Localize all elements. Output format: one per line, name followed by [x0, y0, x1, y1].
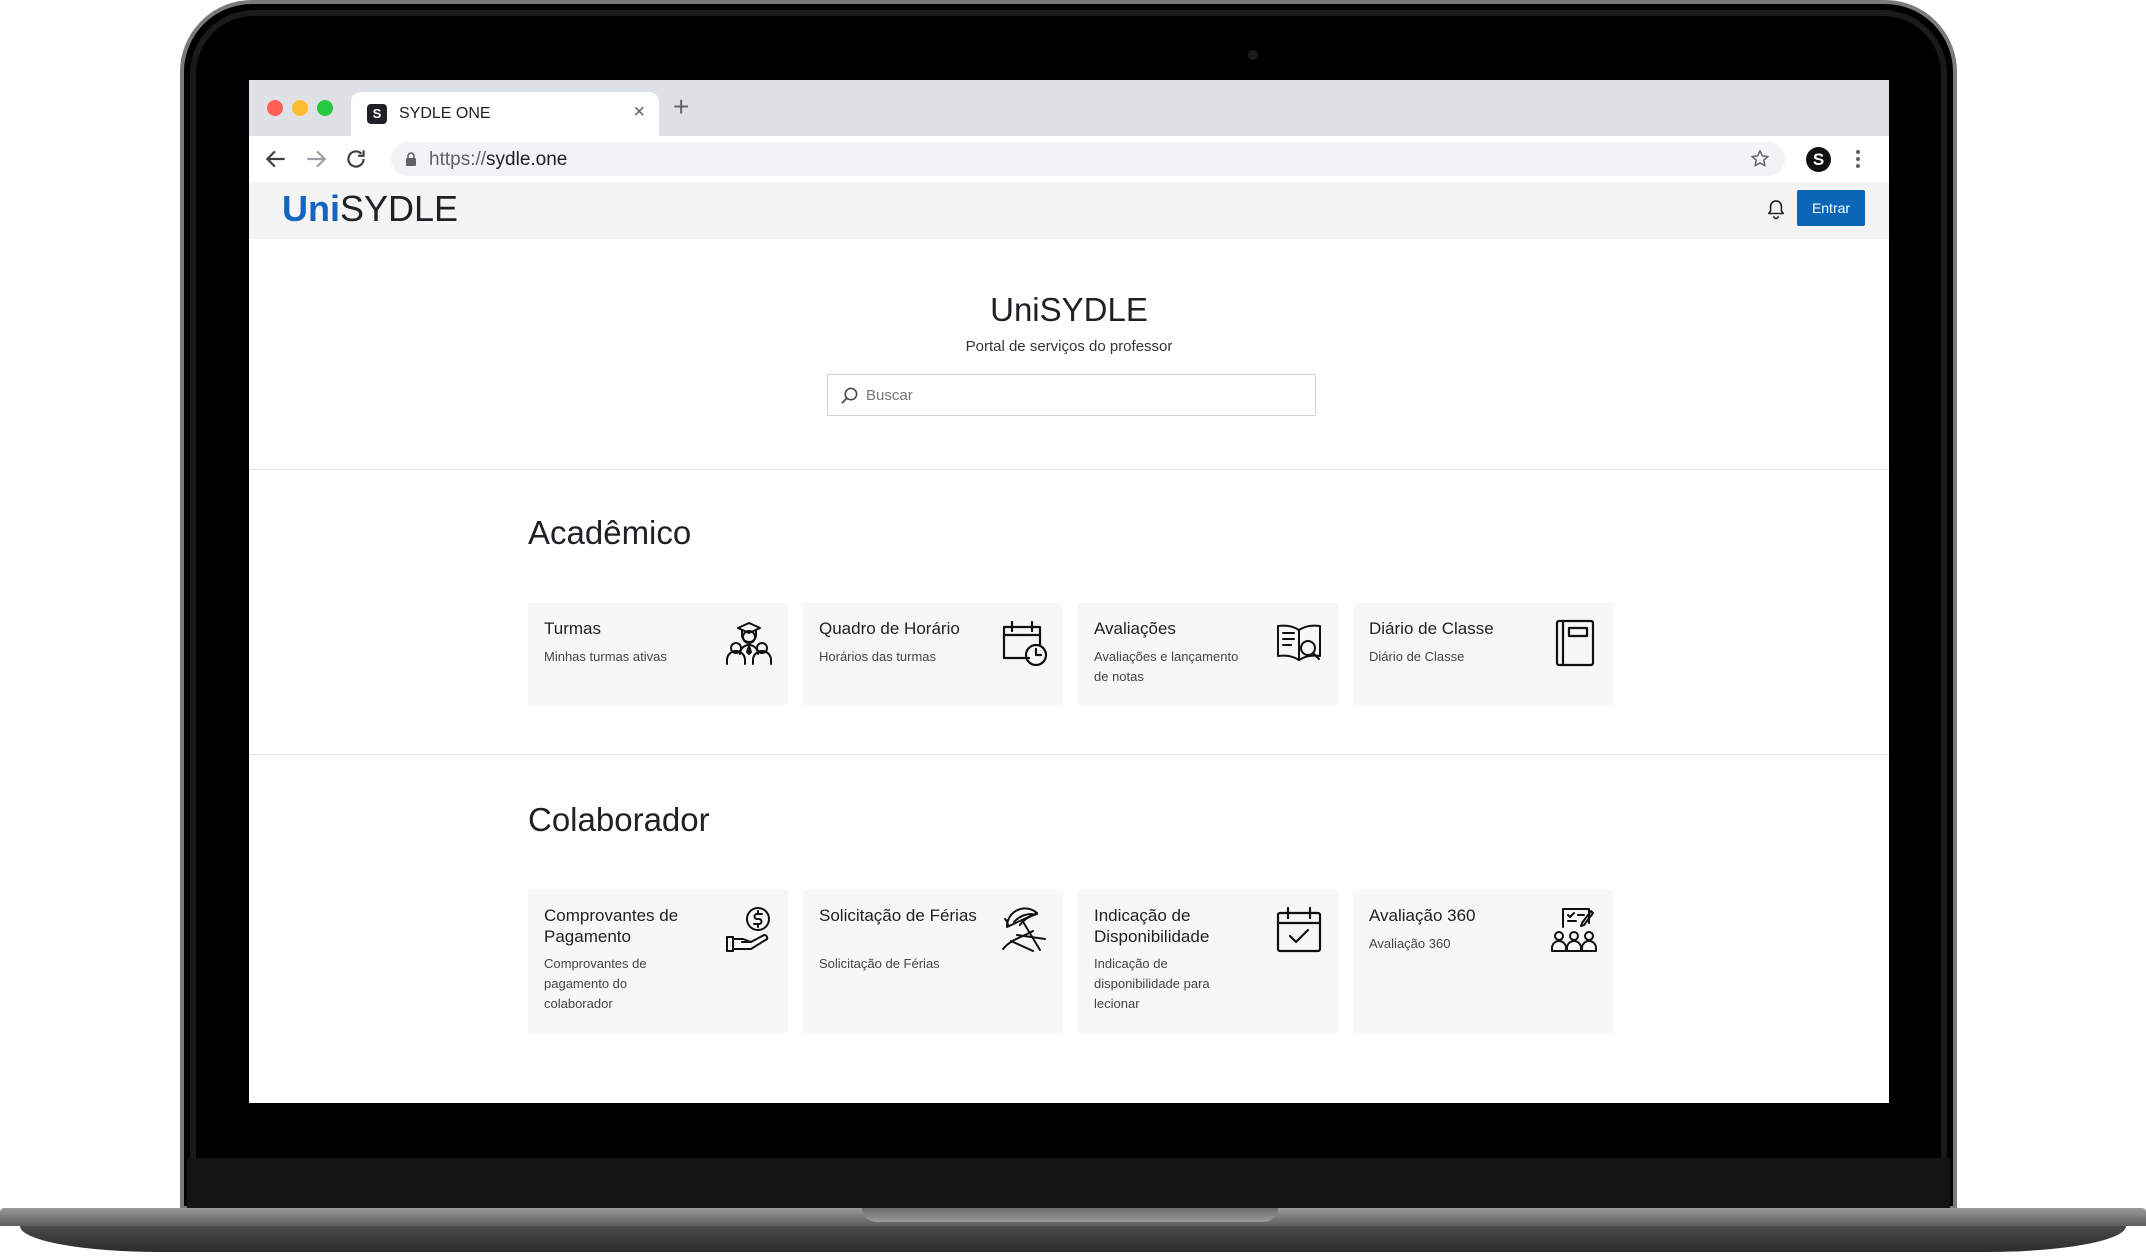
section-colaborador: Colaborador Comprovantes de Pagamento Co…	[249, 756, 1889, 1103]
laptop-base-bottom	[20, 1226, 2126, 1252]
bell-icon[interactable]	[1767, 198, 1785, 220]
url-host: sydle.one	[486, 149, 568, 170]
forward-arrow-icon[interactable]	[303, 146, 329, 172]
laptop-chin	[187, 1158, 1950, 1210]
browser-tabbar: S SYDLE ONE × +	[249, 80, 1889, 136]
card-description: Horários das turmas	[819, 649, 937, 664]
team-evaluation-icon	[1551, 908, 1597, 952]
hero-section: UniSYDLE Portal de serviços do professor	[249, 239, 1889, 470]
card-diario-de-classe[interactable]: Diário de Classe Diário de Classe	[1353, 603, 1613, 705]
card-avaliacoes[interactable]: Avaliações Avaliações e lançamento de no…	[1078, 603, 1338, 705]
sydle-favicon-icon: S	[367, 104, 387, 124]
calendar-check-icon	[1276, 906, 1322, 953]
card-title: Indicação de Disponibilidade	[1094, 906, 1210, 946]
profile-avatar[interactable]: S	[1806, 147, 1831, 172]
reload-icon[interactable]	[343, 146, 369, 172]
address-bar[interactable]: https://sydle.one	[391, 142, 1785, 176]
window-minimize-dot[interactable]	[292, 100, 308, 116]
unisydle-logo[interactable]: UniSYDLE	[282, 188, 458, 230]
card-description: Solicitação de Férias	[819, 956, 940, 971]
kebab-menu-icon[interactable]	[1855, 148, 1861, 170]
browser-toolbar: https://sydle.one S	[249, 136, 1889, 182]
card-title: Turmas	[544, 619, 601, 638]
url-text: https://sydle.one	[429, 149, 567, 171]
card-indicacao-de-disponibilidade[interactable]: Indicação de Disponibilidade Indicação d…	[1078, 890, 1338, 1033]
laptop-screen: S SYDLE ONE × + https://sydle.one S UniS…	[249, 80, 1889, 1103]
lock-icon	[406, 152, 416, 166]
card-avaliacao-360[interactable]: Avaliação 360 Avaliação 360	[1353, 890, 1613, 1033]
url-scheme: https://	[429, 149, 487, 170]
card-turmas[interactable]: Turmas Minhas turmas ativas	[528, 603, 788, 705]
card-title: Comprovantes de Pagamento	[544, 906, 679, 946]
card-title: Avaliação 360	[1369, 906, 1476, 925]
login-button[interactable]: Entrar	[1797, 190, 1865, 226]
card-title: Diário de Classe	[1369, 619, 1494, 638]
section-title: Colaborador	[528, 801, 710, 838]
search-icon	[841, 387, 858, 404]
window-close-dot[interactable]	[267, 100, 283, 116]
card-comprovantes-de-pagamento[interactable]: Comprovantes de Pagamento Comprovantes d…	[528, 890, 788, 1033]
camera-icon	[1248, 50, 1258, 60]
card-description: Diário de Classe	[1369, 649, 1465, 664]
notebook-icon	[1555, 619, 1595, 667]
card-title: Quadro de Horário	[819, 619, 960, 638]
card-title: Avaliações	[1094, 619, 1176, 638]
card-description: Indicação de disponibilidade para lecion…	[1094, 956, 1210, 1011]
back-arrow-icon[interactable]	[263, 146, 289, 172]
beach-umbrella-icon	[1002, 907, 1046, 952]
tab-title: SYDLE ONE	[399, 105, 491, 122]
laptop-base	[0, 1208, 2146, 1260]
hand-dollar-icon	[726, 907, 770, 952]
card-description: Comprovantes de pagamento do colaborador	[544, 956, 647, 1011]
section-title: Acadêmico	[528, 514, 692, 551]
star-icon[interactable]	[1749, 148, 1771, 170]
logo-sydle: SYDLE	[340, 188, 459, 229]
calendar-clock-icon	[1002, 620, 1048, 667]
app-header: UniSYDLE Entrar	[249, 182, 1889, 239]
browser-tab[interactable]: S SYDLE ONE ×	[351, 92, 659, 136]
tab-close-icon[interactable]: ×	[633, 101, 645, 124]
card-solicitacao-de-ferias[interactable]: Solicitação de Férias Solicitação de Fér…	[803, 890, 1063, 1033]
page-subtitle: Portal de serviços do professor	[965, 338, 1173, 355]
card-description: Avaliação 360	[1369, 936, 1451, 951]
new-tab-button[interactable]: +	[673, 92, 689, 122]
laptop-notch	[862, 1208, 1278, 1222]
page-title: UniSYDLE	[990, 291, 1148, 328]
card-title: Solicitação de Férias	[819, 906, 977, 925]
search-box[interactable]	[827, 374, 1316, 416]
card-quadro-de-horario[interactable]: Quadro de Horário Horários das turmas	[803, 603, 1063, 705]
section-academico: Acadêmico Turmas Minhas turmas ativas Qu…	[249, 470, 1889, 755]
card-description: Avaliações e lançamento de notas	[1094, 649, 1239, 684]
search-input[interactable]	[866, 383, 1296, 407]
window-zoom-dot[interactable]	[317, 100, 333, 116]
logo-uni: Uni	[282, 188, 340, 229]
book-search-icon	[1277, 624, 1321, 661]
graduates-icon	[726, 622, 772, 665]
card-description: Minhas turmas ativas	[544, 649, 667, 664]
